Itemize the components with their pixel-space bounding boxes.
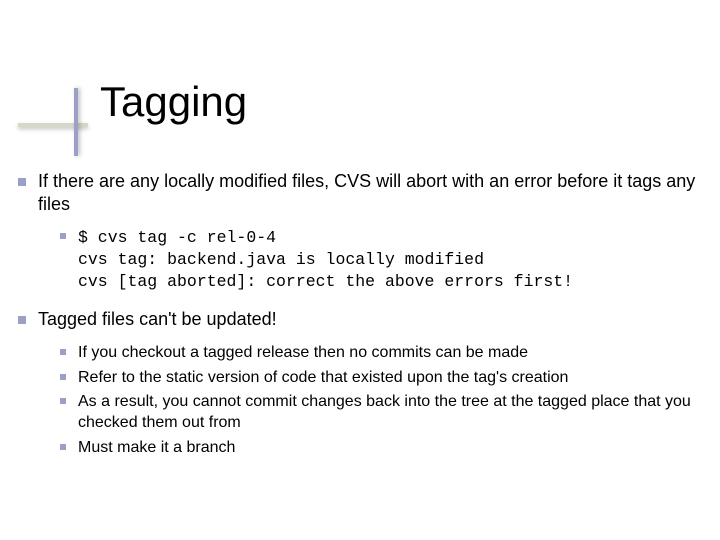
title-decor-vertical — [74, 88, 78, 156]
bullet-subtext: Must make it a branch — [78, 439, 235, 456]
bullet-subitem: $ cvs tag -c rel-0-4 cvs tag: backend.ja… — [38, 227, 710, 292]
bullet-subtext: Refer to the static version of code that… — [78, 369, 568, 386]
bullet-item: Tagged files can't be updated! If you ch… — [10, 308, 710, 458]
bullet-text: Tagged files can't be updated! — [38, 309, 277, 329]
code-block: $ cvs tag -c rel-0-4 cvs tag: backend.ja… — [78, 228, 573, 291]
bullet-subitem: If you checkout a tagged release then no… — [38, 343, 710, 364]
bullet-subtext: If you checkout a tagged release then no… — [78, 344, 528, 361]
bullet-subitem: Must make it a branch — [38, 438, 710, 459]
bullet-item: If there are any locally modified files,… — [10, 170, 710, 292]
bullet-subtext: As a result, you cannot commit changes b… — [78, 393, 691, 431]
bullet-subitem: Refer to the static version of code that… — [38, 368, 710, 389]
slide-body: If there are any locally modified files,… — [10, 170, 710, 475]
slide-title: Tagging — [100, 78, 247, 126]
bullet-subitem: As a result, you cannot commit changes b… — [38, 392, 710, 434]
slide: Tagging If there are any locally modifie… — [0, 0, 720, 540]
bullet-text: If there are any locally modified files,… — [38, 171, 695, 214]
